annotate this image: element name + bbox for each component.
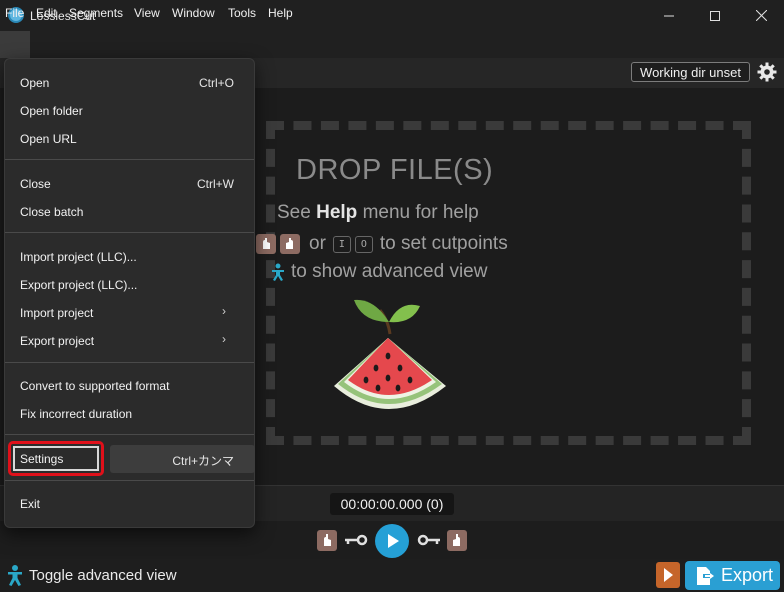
- advanced-view-icon: [272, 263, 284, 281]
- cut-start-icon: [256, 234, 276, 254]
- menu-separator: [5, 232, 254, 233]
- key-o: O: [354, 235, 373, 253]
- help-hint: See Help menu for help: [277, 202, 479, 224]
- working-dir-button[interactable]: Working dir unset: [631, 62, 750, 82]
- menu-file[interactable]: File: [5, 6, 24, 20]
- export-button[interactable]: Export: [685, 561, 780, 590]
- menu-import-project[interactable]: Import project: [20, 306, 93, 320]
- output-format-button[interactable]: [656, 562, 680, 588]
- menu-import-project-llc[interactable]: Import project (LLC)...: [20, 250, 137, 264]
- menu-separator: [5, 159, 254, 160]
- menu-close[interactable]: Close: [20, 177, 51, 191]
- settings-gear-button[interactable]: [757, 62, 777, 82]
- advanced-view-text: to show advanced view: [291, 261, 488, 282]
- help-prefix: See: [277, 202, 311, 223]
- cut-end-icon: [280, 234, 300, 254]
- help-bold: Help: [316, 202, 358, 223]
- minimize-button[interactable]: [646, 0, 692, 31]
- maximize-button[interactable]: [692, 0, 738, 31]
- menu-open-folder[interactable]: Open folder: [20, 104, 83, 118]
- or-text: or: [309, 233, 326, 254]
- cutpoint-hint: or I O to set cutpoints: [256, 233, 508, 255]
- timecode-display[interactable]: 00:00:00.000 (0): [330, 493, 454, 515]
- menu-separator: [5, 434, 254, 435]
- menu-edit[interactable]: Edit: [36, 6, 57, 20]
- set-cut-start-button[interactable]: [317, 530, 337, 551]
- menu-close-shortcut: Ctrl+W: [197, 177, 234, 191]
- menu-settings[interactable]: Settings: [20, 452, 63, 466]
- play-icon: [388, 534, 399, 548]
- export-icon: [697, 566, 714, 585]
- menu-window[interactable]: Window: [172, 6, 215, 20]
- menu-close-batch[interactable]: Close batch: [20, 205, 83, 219]
- menu-exit[interactable]: Exit: [20, 497, 40, 511]
- close-icon: [755, 10, 767, 21]
- close-window-button[interactable]: [738, 0, 784, 31]
- key-i: I: [332, 235, 351, 253]
- menu-convert-format[interactable]: Convert to supported format: [20, 379, 169, 393]
- menu-open[interactable]: Open: [20, 76, 49, 90]
- submenu-arrow-icon: ›: [222, 304, 226, 318]
- menu-settings-shortcut: Ctrl+カンマ: [172, 454, 234, 468]
- menu-separator: [5, 480, 254, 481]
- export-label: Export: [721, 565, 774, 585]
- menu-export-project[interactable]: Export project: [20, 334, 94, 348]
- menu-help[interactable]: Help: [268, 6, 293, 20]
- drop-title: DROP FILE(S): [296, 154, 494, 186]
- set-cut-end-button[interactable]: [447, 530, 467, 551]
- cut-end-icon: [453, 534, 460, 546]
- menu-segments[interactable]: Segments: [69, 6, 123, 20]
- play-format-icon: [664, 568, 673, 582]
- submenu-arrow-icon: ›: [222, 332, 226, 346]
- menu-open-url[interactable]: Open URL: [20, 132, 77, 146]
- jump-cut-start-key-icon[interactable]: [344, 534, 368, 546]
- toggle-advanced-view-button[interactable]: Toggle advanced view: [29, 567, 177, 584]
- advanced-view-hint: to show advanced view: [270, 261, 487, 283]
- menu-separator: [5, 362, 254, 363]
- help-suffix: menu for help: [362, 202, 479, 223]
- menu-bar: [0, 31, 784, 58]
- menu-tools[interactable]: Tools: [228, 6, 256, 20]
- menu-file-active-bg: [0, 31, 30, 58]
- advanced-view-toggle-icon[interactable]: [6, 564, 24, 586]
- menu-view[interactable]: View: [134, 6, 160, 20]
- play-button[interactable]: [375, 524, 409, 558]
- menu-open-shortcut: Ctrl+O: [198, 76, 234, 90]
- menu-fix-duration[interactable]: Fix incorrect duration: [20, 407, 132, 421]
- cut-start-icon: [324, 534, 331, 546]
- menu-export-project-llc[interactable]: Export project (LLC)...: [20, 278, 137, 292]
- maximize-icon: [710, 10, 720, 21]
- minimize-icon: [664, 15, 674, 16]
- watermelon-logo-icon: [334, 299, 446, 409]
- cutpoints-text: to set cutpoints: [379, 233, 508, 254]
- gear-icon: [757, 62, 777, 82]
- jump-cut-end-key-icon[interactable]: [417, 534, 441, 546]
